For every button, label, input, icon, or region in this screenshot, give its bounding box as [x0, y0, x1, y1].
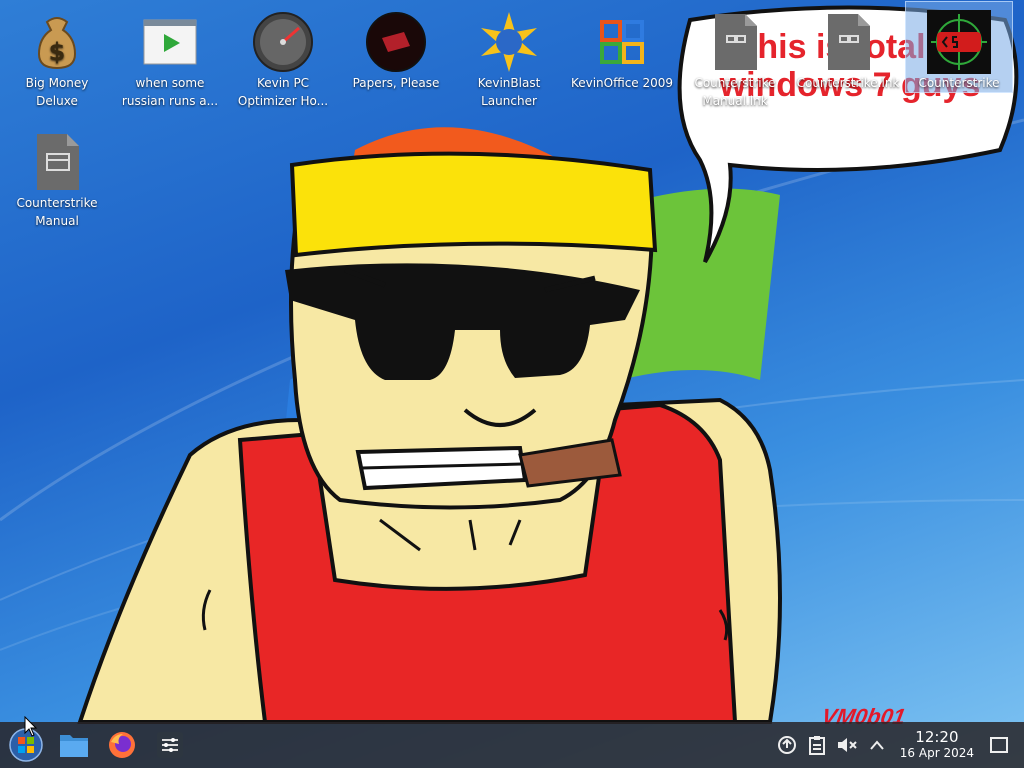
updates-icon — [777, 736, 796, 754]
file-manager-icon — [60, 735, 88, 757]
papers-please-icon — [366, 12, 426, 72]
desktop-icon-counterstrike[interactable]: Counterstrike — [905, 1, 1013, 93]
speedometer-icon — [253, 12, 313, 72]
money-bag-icon: $ — [37, 17, 77, 70]
desktop-icon-kevinblast-launcher[interactable]: KevinBlast Launcher — [453, 2, 565, 110]
taskbar: 12:20 16 Apr 2024 — [0, 722, 1024, 768]
desktop-icon-label: Big Money Deluxe — [25, 76, 89, 108]
tray-clipboard[interactable] — [804, 732, 830, 758]
desktop-icon-counterstrike-manual-lnk[interactable]: Counterstrike Manual.lnk — [679, 2, 791, 110]
svg-text:$: $ — [49, 38, 66, 66]
desktop-icon-papers-please[interactable]: Papers, Please — [340, 2, 452, 92]
taskbar-firefox[interactable] — [100, 724, 144, 766]
taskbar-clock[interactable]: 12:20 16 Apr 2024 — [900, 729, 974, 761]
starburst-launcher-icon — [481, 12, 537, 72]
firefox-icon — [109, 732, 135, 758]
video-play-icon — [143, 19, 197, 65]
desktop-icon-kevinoffice-2009[interactable]: KevinOffice 2009 — [566, 2, 678, 92]
clock-date: 16 Apr 2024 — [899, 746, 974, 760]
desktop-icon-label: KevinOffice 2009 — [570, 76, 674, 90]
show-desktop-button[interactable] — [986, 732, 1012, 758]
volume-muted-icon — [837, 738, 857, 752]
desktop-icon-label: Counterstrike — [918, 76, 1000, 90]
tray-expand[interactable] — [864, 732, 890, 758]
desktop-icon-label: Counterstrike Manual.lnk — [694, 76, 776, 108]
desktop-icon-counterstrike-manual[interactable]: Counterstrike Manual — [1, 122, 113, 230]
desktop-wallpaper — [0, 5, 1024, 724]
clipboard-icon — [808, 736, 825, 755]
chevron-up-icon — [870, 740, 884, 750]
desktop-icon-label: Kevin PC Optimizer Ho... — [237, 76, 329, 108]
office-logo-icon — [600, 20, 644, 64]
taskbar-settings[interactable] — [148, 724, 192, 766]
link-file-icon — [715, 14, 757, 70]
link-file-icon — [828, 14, 870, 70]
desktop-icon-label: Counterstrike.lnk — [796, 76, 900, 90]
desktop-icon-label: when some russian runs a... — [121, 76, 219, 108]
desktop-icon-label: Counterstrike Manual — [16, 196, 98, 228]
tray-volume[interactable] — [834, 732, 860, 758]
counterstrike-icon — [927, 10, 991, 74]
desktop-icon-kevin-pc-optimizer[interactable]: Kevin PC Optimizer Ho... — [227, 2, 339, 110]
desktop-icon-counterstrike-lnk[interactable]: Counterstrike.lnk — [792, 2, 904, 92]
system-tray: 12:20 16 Apr 2024 — [772, 722, 1024, 768]
mouse-cursor-icon — [24, 716, 38, 737]
desktop-icon-label: Papers, Please — [352, 76, 440, 90]
desktop-icon-label: KevinBlast Launcher — [477, 76, 541, 108]
taskbar-file-manager[interactable] — [52, 724, 96, 766]
tray-updates[interactable] — [774, 732, 800, 758]
document-file-icon — [37, 134, 79, 190]
clock-time: 12:20 — [915, 728, 959, 746]
desktop-icon-big-money-deluxe[interactable]: $ Big Money Deluxe — [1, 2, 113, 110]
desktop-icon-video[interactable]: when some russian runs a... — [114, 2, 226, 110]
settings-sliders-icon — [157, 732, 183, 758]
show-desktop-icon — [990, 737, 1008, 753]
